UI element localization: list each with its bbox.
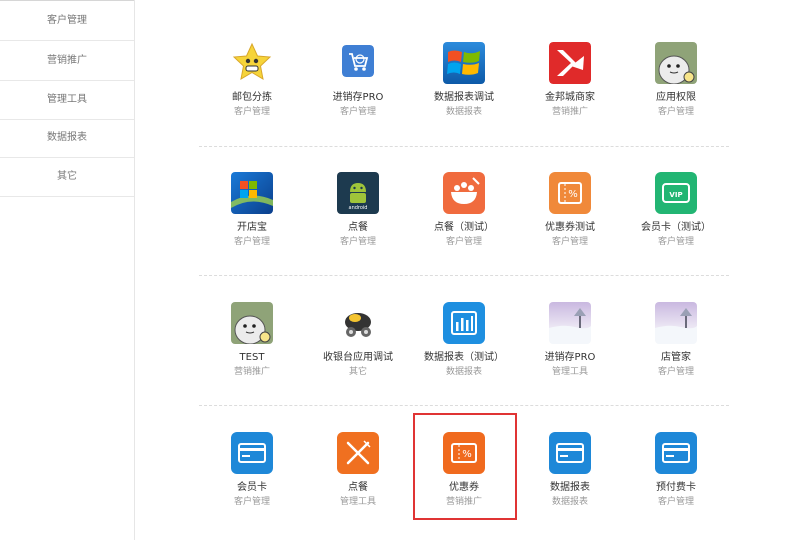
bar-chart-icon xyxy=(443,302,485,344)
app-name: 点餐（测试） xyxy=(434,222,494,233)
row-divider xyxy=(199,405,729,406)
app-category: 客户管理 xyxy=(445,237,482,247)
card-icon xyxy=(655,432,697,474)
app-name: 邮包分拣 xyxy=(232,92,272,103)
app-category: 客户管理 xyxy=(657,237,694,247)
app-category: 客户管理 xyxy=(551,237,588,247)
app-tile[interactable]: 进销存PRO 管理工具 xyxy=(517,302,623,402)
app-tile[interactable]: 应用权限 客户管理 xyxy=(623,42,729,142)
app-name: 预付费卡 xyxy=(656,482,696,493)
app-tile[interactable]: 收银台应用调试 其它 xyxy=(305,302,411,402)
sidebar-item-other[interactable]: 其它 xyxy=(0,157,134,197)
robot-toy-icon xyxy=(337,302,379,344)
food-bowl-icon xyxy=(443,172,485,214)
app-name: 金邦城商家 xyxy=(545,92,595,103)
app-name: 开店宝 xyxy=(237,222,267,233)
app-category: 客户管理 xyxy=(233,497,270,507)
app-tile[interactable]: 开店宝 客户管理 xyxy=(199,172,305,272)
app-name: 应用权限 xyxy=(656,92,696,103)
card-icon xyxy=(549,432,591,474)
svg-text:android: android xyxy=(349,205,368,211)
sidebar-item-management-tools[interactable]: 管理工具 xyxy=(0,80,134,120)
sidebar-item-customer-management[interactable]: 客户管理 xyxy=(0,1,134,41)
app-tile[interactable]: TEST 营销推广 xyxy=(199,302,305,402)
app-category: 客户管理 xyxy=(339,107,376,117)
app-category: 管理工具 xyxy=(339,497,376,507)
app-name: 点餐 xyxy=(348,482,368,493)
shopping-cart-icon xyxy=(342,45,374,77)
app-tile[interactable]: 点餐 管理工具 xyxy=(305,432,411,532)
app-category: 数据报表 xyxy=(445,367,482,377)
bird-egg-icon xyxy=(655,42,697,84)
app-name: 会员卡 xyxy=(237,482,267,493)
card-icon xyxy=(231,432,273,474)
app-category: 营销推广 xyxy=(551,107,588,117)
app-category: 客户管理 xyxy=(233,107,270,117)
app-name: 进销存PRO xyxy=(332,92,384,103)
sidebar-item-data-reports[interactable]: 数据报表 xyxy=(0,118,134,158)
app-tile[interactable]: 数据报表调试 数据报表 xyxy=(411,42,517,142)
star-face-icon xyxy=(231,42,273,84)
app-category: 客户管理 xyxy=(657,367,694,377)
app-tile[interactable]: 店管家 客户管理 xyxy=(623,302,729,402)
app-tile[interactable]: 数据报表 数据报表 xyxy=(517,432,623,532)
sidebar-item-marketing[interactable]: 营销推广 xyxy=(0,41,134,81)
red-plane-logo-icon xyxy=(549,42,591,84)
android-icon: android xyxy=(337,172,379,214)
app-category: 客户管理 xyxy=(339,237,376,247)
windows-logo-icon xyxy=(443,42,485,84)
sidebar-item-label: 数据报表 xyxy=(47,132,87,143)
app-tile[interactable]: 邮包分拣 客户管理 xyxy=(199,42,305,142)
row-divider xyxy=(199,275,729,276)
snow-landscape-icon xyxy=(549,302,591,344)
vip-card-icon: VIP xyxy=(655,172,697,214)
sidebar-item-label: 营销推广 xyxy=(47,55,87,66)
app-tile[interactable]: 预付费卡 客户管理 xyxy=(623,432,729,532)
app-category: 管理工具 xyxy=(551,367,588,377)
app-tile[interactable]: 点餐（测试） 客户管理 xyxy=(411,172,517,272)
app-category: 数据报表 xyxy=(551,497,588,507)
svg-text:VIP: VIP xyxy=(669,191,682,199)
svg-text:%: % xyxy=(568,189,578,200)
sidebar-item-label: 其它 xyxy=(57,171,77,182)
app-category: 其它 xyxy=(348,367,367,377)
snow-landscape-icon xyxy=(655,302,697,344)
app-center-page: 客户管理 营销推广 管理工具 数据报表 其它 邮包分拣 客户管理 进销存PRO … xyxy=(0,0,798,540)
app-tile[interactable]: 数据报表（测试） 数据报表 xyxy=(411,302,517,402)
fork-knife-icon xyxy=(337,432,379,474)
app-tile[interactable]: 会员卡 客户管理 xyxy=(199,432,305,532)
coupon-ticket-icon: % xyxy=(549,172,591,214)
app-category: 客户管理 xyxy=(233,237,270,247)
app-category: 营销推广 xyxy=(233,367,270,377)
app-name: 数据报表 xyxy=(550,482,590,493)
app-category: 客户管理 xyxy=(657,497,694,507)
sidebar-item-label: 客户管理 xyxy=(47,15,87,26)
app-tile[interactable]: % 优惠券测试 客户管理 xyxy=(517,172,623,272)
app-name: TEST xyxy=(239,352,265,363)
app-tile[interactable]: 进销存PRO 客户管理 xyxy=(305,42,411,142)
app-name: 点餐 xyxy=(348,222,368,233)
row-divider xyxy=(199,146,729,147)
app-name: 数据报表调试 xyxy=(434,92,494,103)
app-name: 数据报表（测试） xyxy=(424,352,504,363)
app-tile[interactable]: android 点餐 客户管理 xyxy=(305,172,411,272)
app-category: 数据报表 xyxy=(445,107,482,117)
app-category: 客户管理 xyxy=(657,107,694,117)
app-name: 优惠券测试 xyxy=(545,222,595,233)
app-tile[interactable]: VIP 会员卡（测试） 客户管理 xyxy=(623,172,729,272)
category-sidebar: 客户管理 营销推广 管理工具 数据报表 其它 xyxy=(0,0,135,540)
selection-highlight-box xyxy=(413,413,517,520)
app-name: 店管家 xyxy=(661,352,691,363)
windows-desktop-icon xyxy=(231,172,273,214)
sidebar-item-label: 管理工具 xyxy=(47,94,87,105)
app-name: 收银台应用调试 xyxy=(323,352,393,363)
app-name: 会员卡（测试） xyxy=(641,222,711,233)
app-name: 进销存PRO xyxy=(544,352,596,363)
bird-egg-icon xyxy=(231,302,273,344)
app-tile[interactable]: 金邦城商家 营销推广 xyxy=(517,42,623,142)
